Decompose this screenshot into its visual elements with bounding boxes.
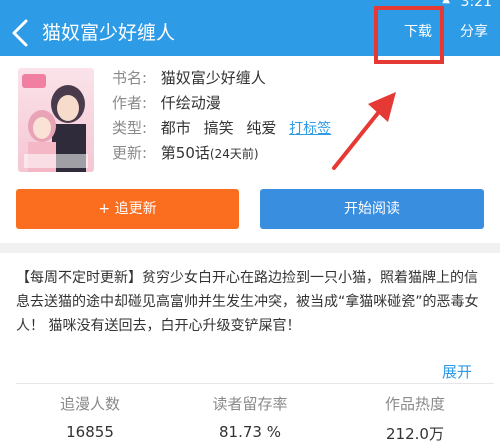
info-row-name: 书名: 猫奴富少好缠人 — [112, 66, 492, 91]
comic-cover-image[interactable] — [18, 68, 94, 172]
page-title: 猫奴富少好缠人 — [42, 22, 176, 44]
expand-link[interactable]: 展开 — [442, 361, 472, 382]
genre-tag[interactable]: 都市 — [161, 119, 191, 137]
genre-tag[interactable]: 纯爱 — [246, 119, 276, 137]
share-button[interactable]: 分享 — [460, 22, 488, 42]
book-info: 书名: 猫奴富少好缠人 作者: 仟绘动漫 类型: 都市 搞笑 纯爱 打标签 更新… — [112, 66, 492, 166]
book-name: 猫奴富少好缠人 — [160, 69, 266, 87]
signal-icon: ▲ — [442, 0, 450, 5]
stat-value-retention: 81.73 % — [219, 423, 281, 441]
update-label: 更新: — [112, 144, 148, 162]
stat-value-popularity: 212.0万 — [386, 425, 444, 443]
annotation-highlight-box — [374, 6, 444, 64]
author-name: 仟绘动漫 — [160, 94, 221, 112]
update-time: (24天前) — [209, 147, 259, 161]
stat-label-followers: 追漫人数 — [59, 395, 120, 413]
info-row-update: 更新: 第50话(24天前) — [112, 141, 492, 166]
genre-tag[interactable]: 搞笑 — [204, 119, 234, 137]
status-time: 3:21 — [460, 0, 492, 10]
stat-label-popularity: 作品热度 — [384, 395, 445, 413]
add-tag-link[interactable]: 打标签 — [289, 121, 331, 137]
info-row-type: 类型: 都市 搞笑 纯爱 打标签 — [112, 116, 492, 141]
name-label: 书名: — [112, 69, 148, 87]
stat-label-retention: 读者留存率 — [212, 395, 288, 413]
follow-updates-button[interactable]: + 追更新 — [16, 189, 239, 229]
stat-value-followers: 16855 — [66, 423, 114, 441]
info-row-author: 作者: 仟绘动漫 — [112, 91, 492, 116]
stats-divider — [16, 383, 494, 384]
latest-chapter: 第50话 — [160, 144, 210, 162]
chevron-left-icon — [12, 19, 28, 47]
comic-description: 【每周不定时更新】贫穷少女白开心在路边捡到一只小猫，照着猫牌上的信息去送猫的途中… — [16, 270, 479, 334]
type-label: 类型: — [112, 119, 148, 137]
author-label: 作者: — [112, 94, 148, 112]
section-divider — [0, 243, 500, 253]
start-reading-button[interactable]: 开始阅读 — [260, 189, 484, 229]
back-button[interactable] — [6, 16, 36, 50]
